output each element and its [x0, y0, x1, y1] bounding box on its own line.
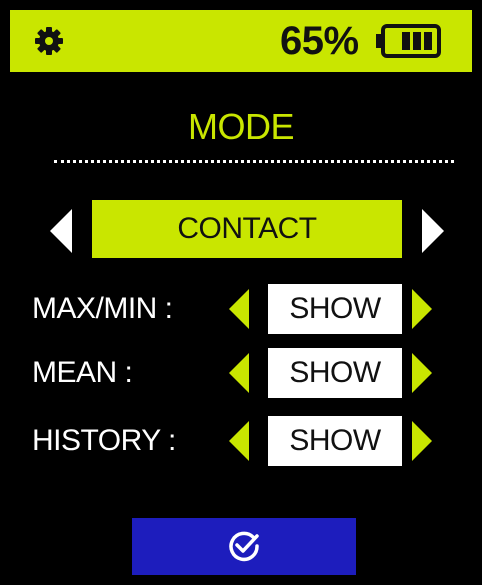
- mode-next-arrow-icon[interactable]: [422, 209, 444, 253]
- history-previous-arrow-icon[interactable]: [229, 421, 249, 461]
- page-title: MODE: [188, 106, 295, 147]
- mean-previous-arrow-icon[interactable]: [229, 353, 249, 393]
- mode-selector[interactable]: CONTACT: [92, 200, 402, 258]
- history-label: HISTORY :: [32, 424, 176, 457]
- mean-label: MEAN :: [32, 356, 133, 389]
- mean-value[interactable]: SHOW: [268, 348, 402, 398]
- gear-icon[interactable]: [34, 26, 64, 56]
- history-value[interactable]: SHOW: [268, 416, 402, 466]
- max-min-value[interactable]: SHOW: [268, 284, 402, 334]
- title-divider: [54, 160, 454, 163]
- confirm-button[interactable]: [132, 518, 356, 575]
- device-screen: 65% MODE CONTACT MAX/MIN : SHOW MEAN : S…: [10, 10, 472, 575]
- status-bar: 65%: [10, 10, 472, 72]
- history-next-arrow-icon[interactable]: [412, 421, 432, 461]
- max-min-next-arrow-icon[interactable]: [412, 289, 432, 329]
- battery-percentage: 65%: [280, 19, 359, 63]
- battery-icon: [376, 24, 441, 58]
- mode-previous-arrow-icon[interactable]: [50, 209, 72, 253]
- max-min-previous-arrow-icon[interactable]: [229, 289, 249, 329]
- check-circle-icon: [229, 531, 259, 562]
- mean-next-arrow-icon[interactable]: [412, 353, 432, 393]
- max-min-label: MAX/MIN :: [32, 292, 173, 325]
